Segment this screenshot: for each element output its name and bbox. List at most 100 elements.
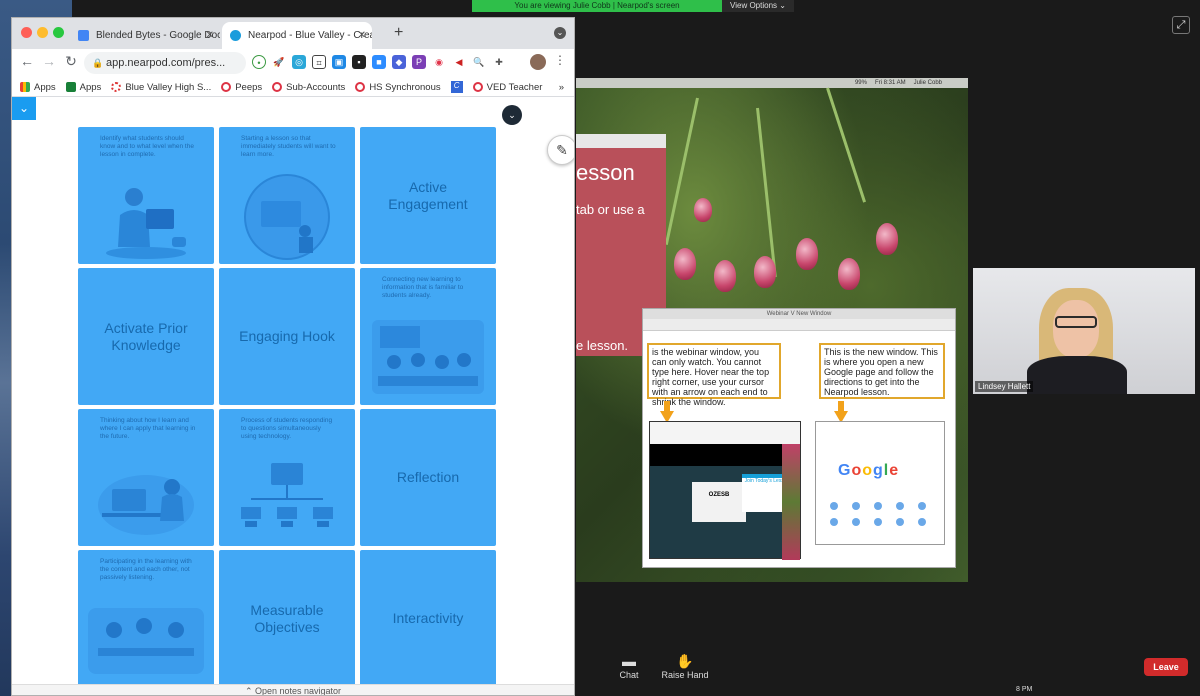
extension-icon[interactable]: • — [252, 55, 266, 69]
matching-tile[interactable]: Activate Prior Knowledge — [78, 268, 214, 405]
bookmark-ved-teacher[interactable]: VED Teacher — [472, 82, 542, 93]
matching-tile[interactable]: Starting a lesson so that immediately st… — [219, 127, 355, 264]
raise-hand-button[interactable]: ✋ Raise Hand — [658, 652, 712, 680]
matching-pairs-grid: Identify what students should know and t… — [78, 127, 496, 687]
close-tab-icon[interactable]: ✕ — [358, 22, 366, 49]
extensions-row: • 🚀 ◎ ⌗ ▣ ▪ ■ ◆ P ◉ ◀ 🔍 ✚ — [252, 55, 506, 69]
matching-tile[interactable]: Identify what students should know and t… — [78, 127, 214, 264]
close-tab-icon[interactable]: ✕ — [206, 22, 214, 49]
tile-title: Interactivity — [392, 610, 464, 626]
bookmark-hs-synchronous[interactable]: HS Synchronous — [355, 82, 441, 93]
minimize-window-icon[interactable] — [37, 27, 48, 38]
ring-icon — [355, 82, 366, 92]
shortcut-icon — [896, 518, 904, 526]
time-label: Fri 8:31 AM — [874, 80, 906, 86]
puzzle-icon[interactable]: ✚ — [492, 55, 506, 69]
raise-hand-icon: ✋ — [676, 653, 694, 669]
google-docs-icon — [78, 30, 89, 41]
extension-icon[interactable]: ◀ — [452, 55, 466, 69]
rocket-icon[interactable]: 🚀 — [272, 55, 286, 69]
extension-icon[interactable]: ▣ — [332, 55, 346, 69]
flower-bud — [694, 198, 712, 222]
shared-screen: 99% Fri 8:31 AM Julie Cobb esson tab or … — [576, 78, 968, 582]
tile-description: Starting a lesson so that immediately st… — [241, 135, 336, 158]
screen-share-banner: You are viewing Julie Cobb | Nearpod's s… — [472, 0, 722, 12]
user-label: Julie Cobb — [913, 80, 942, 86]
participant-face — [1053, 300, 1099, 358]
leave-button[interactable]: Leave — [1144, 658, 1188, 676]
flower-bud — [714, 260, 736, 292]
menu-dots-icon[interactable]: ⋮ — [554, 53, 566, 67]
bookmark-c[interactable]: C — [450, 81, 463, 93]
shortcut-icon — [874, 518, 882, 526]
shortcut-icon — [852, 518, 860, 526]
participant-name: Lindsey Hallett — [975, 381, 1034, 392]
shortcut-icon — [918, 502, 926, 510]
bookmark-apps[interactable]: Apps — [20, 82, 56, 93]
forward-icon[interactable]: → — [40, 53, 58, 69]
extension-icon[interactable]: ◎ — [292, 55, 306, 69]
matching-tile[interactable]: Connecting new learning to information t… — [360, 268, 496, 405]
google-preview: Google — [815, 421, 945, 545]
tab-google-docs[interactable]: Blended Bytes - Google Docs ✕ — [70, 22, 220, 49]
slide-window-header — [576, 134, 666, 148]
back-icon[interactable]: ← — [18, 53, 36, 69]
bookmark-label: Blue Valley High S... — [125, 81, 212, 93]
participant-body — [1027, 356, 1127, 394]
participant-glasses — [1055, 316, 1097, 328]
matching-tile[interactable]: Measurable Objectives — [219, 550, 355, 687]
group-table-illustration — [88, 608, 204, 674]
tile-description: Identify what students should know and t… — [100, 135, 194, 158]
extension-icon[interactable]: ▪ — [352, 55, 366, 69]
profile-avatar[interactable] — [530, 54, 546, 70]
matching-tile[interactable]: Interactivity — [360, 550, 496, 687]
tab-nearpod[interactable]: Nearpod - Blue Valley - Creatin ✕ — [222, 22, 372, 49]
bookmark-sub-accounts[interactable]: Sub-Accounts — [272, 82, 345, 93]
tab-search-icon[interactable]: ⌄ — [554, 27, 566, 39]
bookmark-label: Sub-Accounts — [286, 81, 346, 93]
maximize-window-icon[interactable] — [53, 27, 64, 38]
address-bar[interactable]: 🔒 app.nearpod.com/pres... ☆ — [84, 52, 246, 74]
chevron-down-icon[interactable]: ⌄ — [502, 105, 522, 125]
webinar-window: Webinar V New Window is the webinar wind… — [642, 308, 956, 568]
extension-icon[interactable]: ◆ — [392, 55, 406, 69]
battery-label: 99% — [854, 80, 867, 86]
view-options-button[interactable]: View Options ⌄ — [722, 0, 794, 12]
bookmark-apps-sheets[interactable]: Apps — [65, 82, 101, 93]
notes-edit-icon[interactable]: ✎ — [547, 135, 574, 165]
ring-icon — [221, 82, 232, 92]
reload-icon[interactable]: ↻ — [62, 53, 80, 70]
extension-icon[interactable]: ⌗ — [312, 55, 326, 69]
participant-video[interactable]: Lindsey Hallett — [973, 268, 1195, 394]
matching-tile[interactable]: Thinking about how I learn and where I c… — [78, 409, 214, 546]
raise-hand-label: Raise Hand — [661, 670, 709, 680]
google-logo: Google — [838, 462, 899, 480]
chevron-down-icon[interactable]: ⌄ — [12, 97, 36, 120]
chat-button[interactable]: ▬ Chat — [612, 652, 646, 680]
globe-people-illustration — [244, 174, 330, 260]
slide-text-end: e lesson. — [576, 338, 629, 353]
matching-tile[interactable]: Engaging Hook — [219, 268, 355, 405]
school-icon — [111, 82, 122, 92]
pdf-icon[interactable]: P — [412, 55, 426, 69]
matching-tile[interactable]: Active Engagement — [360, 127, 496, 264]
new-tab-icon[interactable]: + — [394, 24, 403, 42]
bookmark-blue-valley[interactable]: Blue Valley High S... — [111, 82, 211, 93]
bookmarks-overflow-icon[interactable]: » — [559, 82, 574, 93]
matching-tile[interactable]: Reflection — [360, 409, 496, 546]
google-letter: o — [862, 462, 874, 479]
notes-navigator-toggle[interactable]: ⌃ Open notes navigator — [12, 684, 574, 695]
close-window-icon[interactable] — [21, 27, 32, 38]
search-icon[interactable]: 🔍 — [472, 55, 486, 69]
matching-tile[interactable]: Process of students responding to questi… — [219, 409, 355, 546]
extension-icon[interactable]: ◉ — [432, 55, 446, 69]
fullscreen-icon[interactable]: ⤢ — [1172, 16, 1190, 34]
tile-title: Engaging Hook — [239, 328, 335, 344]
webinar-toolbar — [643, 319, 955, 331]
zoom-extension-icon[interactable]: ■ — [372, 55, 386, 69]
chrome-window: Blended Bytes - Google Docs ✕ Nearpod - … — [11, 17, 575, 696]
system-clock: 8 PM — [1016, 686, 1033, 693]
bookmark-peeps[interactable]: Peeps — [221, 82, 262, 93]
tile-description: Participating in the learning with the c… — [100, 558, 192, 581]
matching-tile[interactable]: Participating in the learning with the c… — [78, 550, 214, 687]
